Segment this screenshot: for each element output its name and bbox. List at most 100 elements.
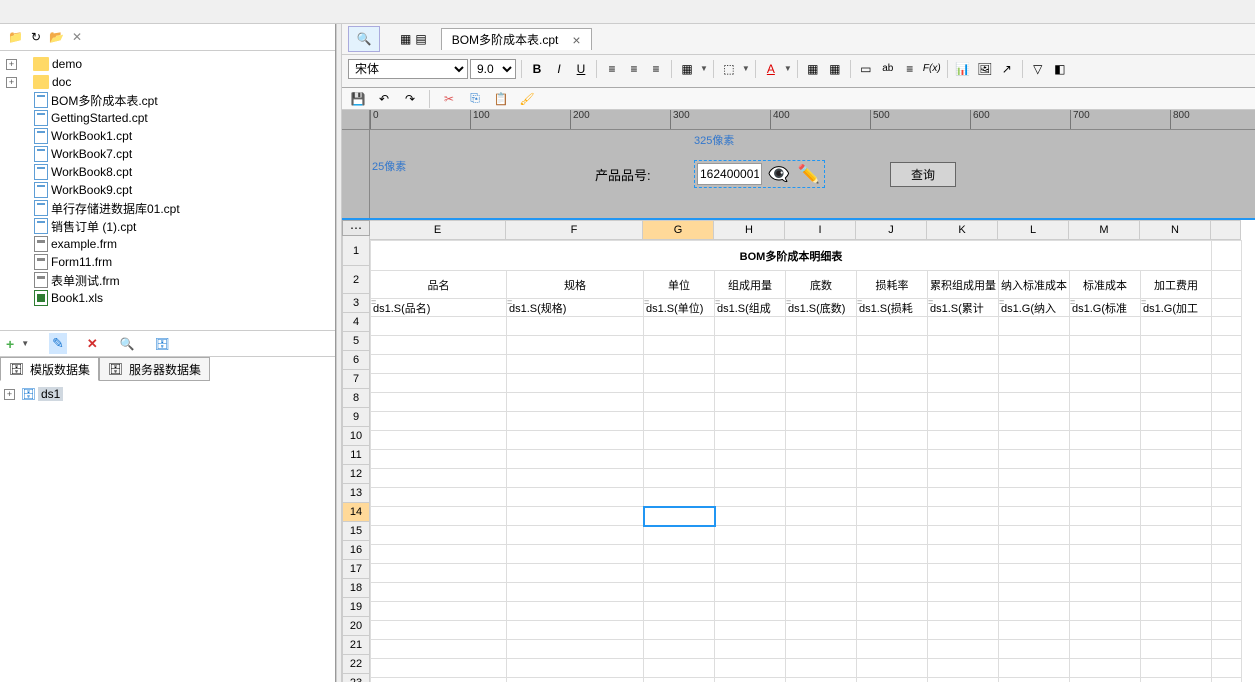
column-header-cell[interactable]: 单位 — [644, 271, 715, 299]
merge-icon[interactable]: ⬚ — [719, 59, 739, 79]
cell[interactable] — [1070, 374, 1141, 393]
cell[interactable] — [786, 393, 857, 412]
cell[interactable] — [644, 412, 715, 431]
align-right-icon[interactable]: ≡ — [646, 59, 666, 79]
cell[interactable] — [928, 374, 999, 393]
cell[interactable] — [999, 317, 1070, 336]
tree-file[interactable]: 表单测试.frm — [2, 271, 333, 289]
cell[interactable] — [507, 640, 644, 659]
cell[interactable] — [928, 412, 999, 431]
row-header[interactable]: 6 — [342, 351, 370, 370]
row-header[interactable]: 15 — [342, 522, 370, 541]
cell[interactable] — [999, 545, 1070, 564]
data-cell[interactable]: =ds1.S(单位) — [644, 299, 715, 317]
cell[interactable] — [1141, 488, 1212, 507]
cell[interactable] — [786, 450, 857, 469]
cell[interactable] — [786, 621, 857, 640]
new-folder-icon[interactable]: 📂 — [49, 30, 64, 44]
cell[interactable] — [786, 431, 857, 450]
cell[interactable] — [507, 412, 644, 431]
cell[interactable] — [999, 659, 1070, 678]
cell[interactable] — [786, 317, 857, 336]
copy-icon[interactable]: ⎘ — [465, 89, 485, 109]
cell[interactable] — [857, 659, 928, 678]
cell[interactable] — [786, 412, 857, 431]
cell[interactable] — [928, 507, 999, 526]
font-size-select[interactable]: 9.0 — [470, 59, 516, 79]
delete-icon[interactable]: ✕ — [72, 30, 82, 44]
cell[interactable] — [786, 583, 857, 602]
layout-icon[interactable]: ▦ — [400, 32, 411, 46]
cell[interactable] — [715, 469, 786, 488]
cell[interactable] — [928, 469, 999, 488]
cell[interactable] — [928, 602, 999, 621]
tree-file[interactable]: 单行存储进数据库01.cpt — [2, 199, 333, 217]
cell[interactable] — [715, 431, 786, 450]
cell[interactable] — [999, 393, 1070, 412]
cell[interactable] — [786, 640, 857, 659]
delete-dataset-icon[interactable]: ✕ — [87, 336, 98, 352]
cell[interactable] — [999, 564, 1070, 583]
cell[interactable] — [507, 450, 644, 469]
row-header[interactable]: 20 — [342, 617, 370, 636]
cell[interactable] — [371, 659, 507, 678]
cell[interactable] — [715, 640, 786, 659]
chart-icon[interactable]: 📊 — [953, 59, 973, 79]
fx-icon[interactable]: F(x) — [922, 59, 942, 79]
cell[interactable] — [857, 621, 928, 640]
expand-icon[interactable]: + — [6, 59, 17, 70]
cell[interactable] — [1070, 355, 1141, 374]
cell[interactable] — [1070, 621, 1141, 640]
row-header[interactable]: 13 — [342, 484, 370, 503]
cell[interactable] — [928, 583, 999, 602]
cell[interactable] — [999, 469, 1070, 488]
cell[interactable] — [715, 412, 786, 431]
border-icon[interactable]: ▦ — [677, 59, 697, 79]
cell[interactable] — [857, 602, 928, 621]
data-cell[interactable]: =ds1.S(损耗 — [857, 299, 928, 317]
cell[interactable] — [1070, 393, 1141, 412]
cell[interactable] — [715, 659, 786, 678]
edit-dataset-icon[interactable]: ✎ — [49, 333, 67, 354]
data-cell[interactable]: =ds1.S(累计 — [928, 299, 999, 317]
cut-icon[interactable]: ✂ — [439, 89, 459, 109]
italic-icon[interactable]: I — [549, 59, 569, 79]
cell[interactable] — [999, 355, 1070, 374]
row-header[interactable]: 17 — [342, 560, 370, 579]
cell[interactable] — [715, 317, 786, 336]
col-header-M[interactable]: M — [1069, 220, 1140, 240]
document-tab[interactable]: BOM多阶成本表.cpt × — [441, 28, 592, 50]
eye-off-icon[interactable]: 👁‍🗨 — [766, 163, 792, 185]
add-dataset-icon[interactable]: + — [6, 336, 14, 352]
cell[interactable] — [1141, 507, 1212, 526]
cell[interactable] — [507, 526, 644, 545]
underline-icon[interactable]: U — [571, 59, 591, 79]
cell[interactable] — [928, 621, 999, 640]
cell[interactable] — [999, 602, 1070, 621]
cell[interactable] — [644, 393, 715, 412]
col-header-E[interactable]: E — [370, 220, 506, 240]
cell[interactable] — [857, 564, 928, 583]
row-header[interactable]: 8 — [342, 389, 370, 408]
tree-file[interactable]: example.frm — [2, 235, 333, 253]
cell[interactable] — [999, 621, 1070, 640]
cell[interactable] — [999, 583, 1070, 602]
cell[interactable] — [857, 393, 928, 412]
row-header[interactable]: 3 — [342, 294, 370, 313]
cell[interactable] — [507, 431, 644, 450]
folder-open-icon[interactable]: 📁 — [8, 30, 23, 44]
cell[interactable] — [786, 336, 857, 355]
cell[interactable] — [999, 488, 1070, 507]
cell[interactable] — [371, 336, 507, 355]
tree-file[interactable]: 销售订单 (1).cpt — [2, 217, 333, 235]
cell[interactable] — [715, 583, 786, 602]
font-color-icon[interactable]: A — [761, 59, 781, 79]
row-header[interactable]: 10 — [342, 427, 370, 446]
row-header[interactable]: 18 — [342, 579, 370, 598]
cell[interactable] — [371, 393, 507, 412]
cell[interactable] — [857, 507, 928, 526]
col-header-F[interactable]: F — [506, 220, 643, 240]
row-header[interactable]: 12 — [342, 465, 370, 484]
cell[interactable] — [928, 564, 999, 583]
align-left-icon[interactable]: ≡ — [602, 59, 622, 79]
